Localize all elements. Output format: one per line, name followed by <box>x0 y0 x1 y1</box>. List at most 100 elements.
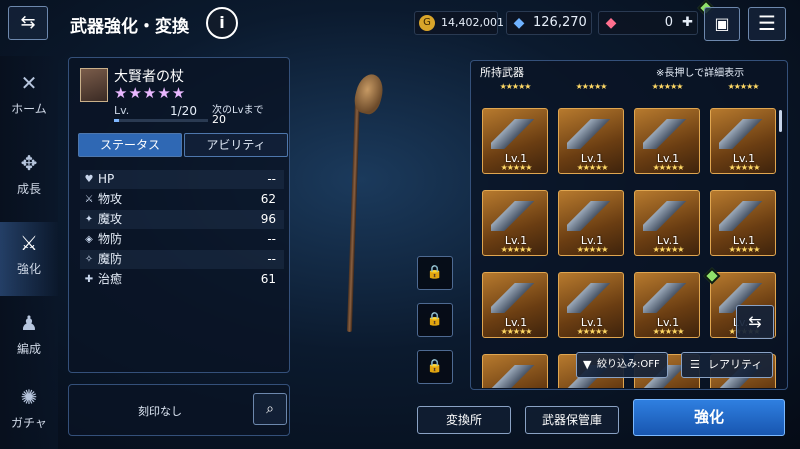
weapon-stars: ★★★★★ <box>728 245 761 254</box>
weapon-cell[interactable]: Lv.1★★★★★ <box>482 272 548 338</box>
weapon-thumbnail <box>719 119 767 149</box>
nav-home[interactable]: ✕ ホーム <box>0 62 58 136</box>
grid-scrollbar[interactable] <box>779 110 782 132</box>
weapon-cell[interactable]: Lv.1★★★★★ <box>558 190 624 256</box>
paid-crystal-icon: ◆ <box>605 15 617 31</box>
weapon-storage-button[interactable]: 武器保管庫 <box>525 406 619 434</box>
hamburger-icon: ☰ <box>758 11 776 35</box>
stat-row-physical-defense: ◈ 物防 -- <box>80 230 284 249</box>
growth-icon: ✥ <box>20 151 38 175</box>
menu-button[interactable]: ☰ <box>748 7 786 41</box>
weapon-cell[interactable]: Lv.1★★★★★ <box>482 190 548 256</box>
weapon-stars: ★★★★★ <box>652 327 685 336</box>
stat-label: 魔防 <box>98 252 123 266</box>
sort-swap-button[interactable]: ⇆ <box>736 305 774 339</box>
gil-value: 14,402,001 <box>441 16 504 29</box>
weapon-stars: ★★★★★ <box>576 245 609 254</box>
weapon-stars: ★★★★★ <box>652 163 685 172</box>
weapon-thumbnail <box>491 283 539 313</box>
weapon-thumbnail <box>491 365 539 388</box>
engrave-search-button[interactable]: ⌕ <box>253 393 287 425</box>
stat-label: 物防 <box>98 232 123 246</box>
row-stars: ★★★★★ <box>575 82 608 91</box>
rarity-sort-button[interactable]: ☰ レアリティ <box>681 352 773 378</box>
filter-funnel-icon: ▼ <box>583 358 592 371</box>
weapon-cell[interactable]: Lv.1★★★★★ <box>482 108 548 174</box>
weapon-thumbnail <box>491 119 539 149</box>
tab-status[interactable]: ステータス <box>78 133 182 157</box>
search-icon: ⌕ <box>266 401 274 417</box>
lock-slot-3[interactable]: 🔒 <box>417 350 453 384</box>
nav-party[interactable]: ♟ 編成 <box>0 302 58 376</box>
stat-value: 62 <box>260 192 276 206</box>
nav-gacha[interactable]: ✺ ガチャ <box>0 376 58 449</box>
weapon-thumbnail <box>567 283 615 313</box>
level-progress-bar <box>114 119 208 122</box>
back-button[interactable]: ⇆ <box>8 6 48 40</box>
page-title: 武器強化・変換 <box>70 17 189 37</box>
filter-button[interactable]: ▼ 絞り込み:OFF <box>576 352 668 378</box>
sword-stat-icon: ⚔ <box>84 194 94 205</box>
nav-growth[interactable]: ✥ 成長 <box>0 142 58 216</box>
weapon-cell[interactable]: Lv.1★★★★★ <box>634 190 700 256</box>
weapon-rarity-stars: ★★★★★ <box>114 84 187 102</box>
heal-icon: ✚ <box>84 274 94 285</box>
stat-row-physical-attack: ⚔ 物攻 62 <box>80 190 284 209</box>
weapon-thumbnail <box>567 119 615 149</box>
stat-row-hp: ♥ HP -- <box>80 170 284 189</box>
weapon-cell[interactable]: Lv.1★★★★★ <box>634 108 700 174</box>
exchange-button[interactable]: 変換所 <box>417 406 511 434</box>
weapon-cell[interactable]: Lv.1★★★★★ <box>558 108 624 174</box>
weapon-cell[interactable]: Lv.1★★★★★ <box>482 354 548 388</box>
heart-icon: ♥ <box>84 174 94 185</box>
level-progress-fill <box>114 119 119 122</box>
rarity-label: レアリティ <box>708 358 763 371</box>
weapon-thumbnail <box>643 201 691 231</box>
weapon-thumbnail <box>643 283 691 313</box>
sort-lines-icon: ☰ <box>690 358 700 371</box>
weapon-portrait <box>80 68 108 102</box>
weapon-stars: ★★★★★ <box>576 163 609 172</box>
nav-gacha-label: ガチャ <box>11 416 47 430</box>
stat-value: -- <box>267 252 276 266</box>
lock-icon: 🔒 <box>426 265 444 280</box>
nav-enhance[interactable]: ⚔ 強化 <box>0 222 58 296</box>
lock-icon: 🔒 <box>426 359 444 374</box>
party-icon: ♟ <box>20 311 38 335</box>
weapon-stars: ★★★★★ <box>500 327 533 336</box>
info-button[interactable]: i <box>206 7 238 39</box>
weapon-stars: ★★★★★ <box>500 245 533 254</box>
tab-ability[interactable]: アビリティ <box>184 133 288 157</box>
next-level-value: 20 <box>212 113 226 126</box>
lock-icon: 🔒 <box>426 312 444 327</box>
stat-value: 96 <box>260 212 276 226</box>
weapon-stars: ★★★★★ <box>652 245 685 254</box>
enhance-button[interactable]: 強化 <box>633 399 785 436</box>
weapon-cell[interactable]: Lv.1★★★★★ <box>710 108 776 174</box>
lock-slot-2[interactable]: 🔒 <box>417 303 453 337</box>
gacha-icon: ✺ <box>20 385 38 409</box>
gil-counter: G 14,402,001 <box>414 11 504 35</box>
staff-shaft <box>346 99 360 332</box>
gil-coin-icon: G <box>419 15 435 31</box>
row-stars: ★★★★★ <box>727 82 760 91</box>
paid-crystal-value: 0 <box>664 15 673 30</box>
wand-icon: ✦ <box>84 214 94 225</box>
weapon-thumbnail <box>719 201 767 231</box>
weapon-thumbnail <box>491 201 539 231</box>
crystal-value: 126,270 <box>533 15 587 30</box>
stat-row-magic-attack: ✦ 魔攻 96 <box>80 210 284 229</box>
magic-shield-icon: ✧ <box>84 254 94 265</box>
weapon-cell[interactable]: Lv.1★★★★★ <box>710 190 776 256</box>
weapon-cell[interactable]: Lv.1★★★★★ <box>634 272 700 338</box>
inventory-button[interactable]: ▣ <box>704 7 740 41</box>
stat-row-healing: ✚ 治癒 61 <box>80 270 284 289</box>
weapon-grid[interactable]: ★★★★★ ★★★★★ ★★★★★ ★★★★★ Lv.1 ★★★★★ Lv.1 ★★★… <box>478 80 778 388</box>
sword-icon: ⚔ <box>20 231 38 255</box>
level-label: Lv. <box>114 104 130 117</box>
add-crystal-icon[interactable]: ✚ <box>682 12 693 34</box>
lock-slot-1[interactable]: 🔒 <box>417 256 453 290</box>
weapon-thumbnail <box>643 119 691 149</box>
shield-icon: ◈ <box>85 234 93 245</box>
weapon-cell[interactable]: Lv.1★★★★★ <box>558 272 624 338</box>
